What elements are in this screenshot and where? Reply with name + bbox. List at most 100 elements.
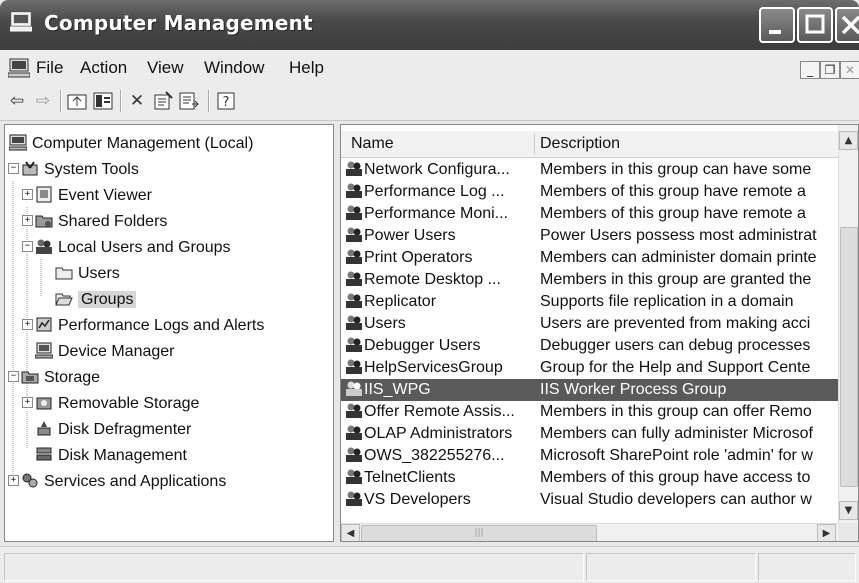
group-name: OWS_382255276... <box>364 447 505 464</box>
tree-item-system-tools[interactable]: System Tools <box>21 157 139 182</box>
tree-item-groups[interactable]: Groups <box>55 287 137 312</box>
group-name-cell: Offer Remote Assis... <box>345 401 540 423</box>
group-description: Debugger users can debug processes <box>540 337 811 354</box>
group-name-cell: Network Configura... <box>345 159 540 181</box>
tree-item-local-users-groups[interactable]: Local Users and Groups <box>35 235 231 260</box>
tree-item-performance-logs[interactable]: Performance Logs and Alerts <box>35 313 264 338</box>
close-icon <box>841 15 859 35</box>
computer-management-icon <box>9 134 27 151</box>
list-row[interactable]: Offer Remote Assis... Members in this gro… <box>341 401 838 423</box>
list-row[interactable]: Users Users are prevented from making acc… <box>341 313 838 335</box>
vertical-scroll-thumb[interactable] <box>840 227 858 487</box>
horizontal-scroll-thumb[interactable]: ||| <box>361 525 597 541</box>
expand-toggle[interactable]: + <box>22 189 33 200</box>
toolbar-separator <box>120 90 122 112</box>
groups-list-view[interactable]: Name Description Network Configura... Mem… <box>340 124 859 542</box>
list-row[interactable]: HelpServicesGroup Group for the Help and … <box>341 357 838 379</box>
menu-window[interactable]: Window <box>204 58 264 78</box>
tree-item-device-manager[interactable]: Device Manager <box>35 339 175 364</box>
group-icon <box>346 161 362 176</box>
menu-help[interactable]: Help <box>289 58 324 78</box>
collapse-toggle[interactable]: − <box>8 371 19 382</box>
minimize-button[interactable] <box>759 7 795 43</box>
scroll-left-button[interactable]: ◀ <box>341 524 360 541</box>
tree-item-services-applications[interactable]: Services and Applications <box>21 469 226 494</box>
group-icon <box>346 381 362 396</box>
group-name-cell: Performance Moni... <box>345 203 540 225</box>
export-list-icon[interactable] <box>178 90 200 112</box>
group-icon <box>346 447 362 462</box>
properties-icon[interactable] <box>152 90 174 112</box>
expand-toggle[interactable]: + <box>22 397 33 408</box>
tree-item-removable-storage[interactable]: Removable Storage <box>35 391 199 416</box>
menu-file[interactable]: File <box>36 58 63 78</box>
expand-toggle[interactable]: + <box>22 215 33 226</box>
group-name-cell: OLAP Administrators <box>345 423 540 445</box>
open-folder-icon <box>55 293 73 306</box>
list-row[interactable]: Performance Log ... Members of this group… <box>341 181 838 203</box>
list-row[interactable]: Debugger Users Debugger users can debug p… <box>341 335 838 357</box>
group-name: Offer Remote Assis... <box>364 403 515 420</box>
group-name: Power Users <box>364 227 456 244</box>
group-description: Microsoft SharePoint role 'admin' for w <box>540 447 813 464</box>
delete-icon[interactable]: ✕ <box>126 90 148 112</box>
tree-item-shared-folders[interactable]: Shared Folders <box>35 209 167 234</box>
list-row[interactable]: TelnetClients Members of this group have … <box>341 467 838 489</box>
help-icon[interactable]: ? <box>216 90 238 112</box>
expand-toggle[interactable]: + <box>8 475 19 486</box>
tree-item-event-viewer[interactable]: Event Viewer <box>35 183 152 208</box>
disk-defragmenter-icon <box>37 421 51 436</box>
menu-action[interactable]: Action <box>80 58 127 78</box>
mdi-minimize-button[interactable]: _ <box>800 61 820 79</box>
list-row[interactable]: Network Configura... Members in this grou… <box>341 159 838 181</box>
status-panel <box>758 553 856 581</box>
tree-item-computer-management[interactable]: Computer Management (Local) <box>9 131 253 156</box>
status-bar <box>0 546 859 583</box>
column-divider[interactable] <box>534 134 535 154</box>
list-row[interactable]: IIS_WPG IIS Worker Process Group <box>341 379 838 401</box>
list-row[interactable]: Replicator Supports file replication in a… <box>341 291 838 313</box>
back-icon[interactable]: ⇦ <box>6 90 28 112</box>
group-name-cell: Replicator <box>345 291 540 313</box>
maximize-button[interactable] <box>797 7 833 43</box>
console-icon[interactable] <box>8 58 30 78</box>
title-bar[interactable]: Computer Management <box>0 0 859 50</box>
column-header-name[interactable]: Name <box>351 131 394 157</box>
list-row[interactable]: VS Developers Visual Studio developers ca… <box>341 489 838 511</box>
collapse-toggle[interactable]: − <box>22 241 33 252</box>
expand-toggle[interactable]: + <box>22 319 33 330</box>
horizontal-scrollbar[interactable]: ◀ ||| ▶ <box>341 523 838 541</box>
services-applications-icon <box>22 473 38 488</box>
tree-item-disk-defragmenter[interactable]: Disk Defragmenter <box>35 417 191 442</box>
list-row[interactable]: OWS_382255276... Microsoft SharePoint rol… <box>341 445 838 467</box>
scroll-down-button[interactable]: ▼ <box>839 501 858 520</box>
vertical-scrollbar[interactable]: ▲ ▼ <box>838 125 858 523</box>
list-row[interactable]: Print Operators Members can administer do… <box>341 247 838 269</box>
show-hide-tree-icon[interactable] <box>92 90 114 112</box>
list-row[interactable]: Power Users Power Users possess most admi… <box>341 225 838 247</box>
forward-icon[interactable]: ⇨ <box>32 90 54 112</box>
group-name: Performance Moni... <box>364 205 509 222</box>
up-icon[interactable] <box>66 90 88 112</box>
list-row[interactable]: Performance Moni... Members of this group… <box>341 203 838 225</box>
tree-label: Groups <box>78 291 137 308</box>
menu-view[interactable]: View <box>147 58 184 78</box>
tree-label: Event Viewer <box>58 187 152 204</box>
tree-item-users[interactable]: Users <box>55 261 120 286</box>
list-row[interactable]: OLAP Administrators Members can fully adm… <box>341 423 838 445</box>
tree-item-disk-management[interactable]: Disk Management <box>35 443 187 468</box>
list-row[interactable]: Remote Desktop ... Members in this group … <box>341 269 838 291</box>
mdi-close-button[interactable]: ✕ <box>840 61 859 79</box>
scroll-right-button[interactable]: ▶ <box>817 524 836 541</box>
tree-item-storage[interactable]: Storage <box>21 365 100 390</box>
close-button[interactable] <box>835 7 859 43</box>
device-manager-icon <box>35 342 53 359</box>
console-tree[interactable]: Computer Management (Local) − System Too… <box>4 124 334 542</box>
column-header-description[interactable]: Description <box>540 131 620 157</box>
menu-bar: File Action View Window Help _ ❐ ✕ <box>0 50 859 84</box>
scroll-up-button[interactable]: ▲ <box>839 131 858 150</box>
performance-logs-icon <box>36 317 52 332</box>
mdi-restore-button[interactable]: ❐ <box>820 61 840 79</box>
group-name-cell: Print Operators <box>345 247 540 269</box>
collapse-toggle[interactable]: − <box>8 163 19 174</box>
